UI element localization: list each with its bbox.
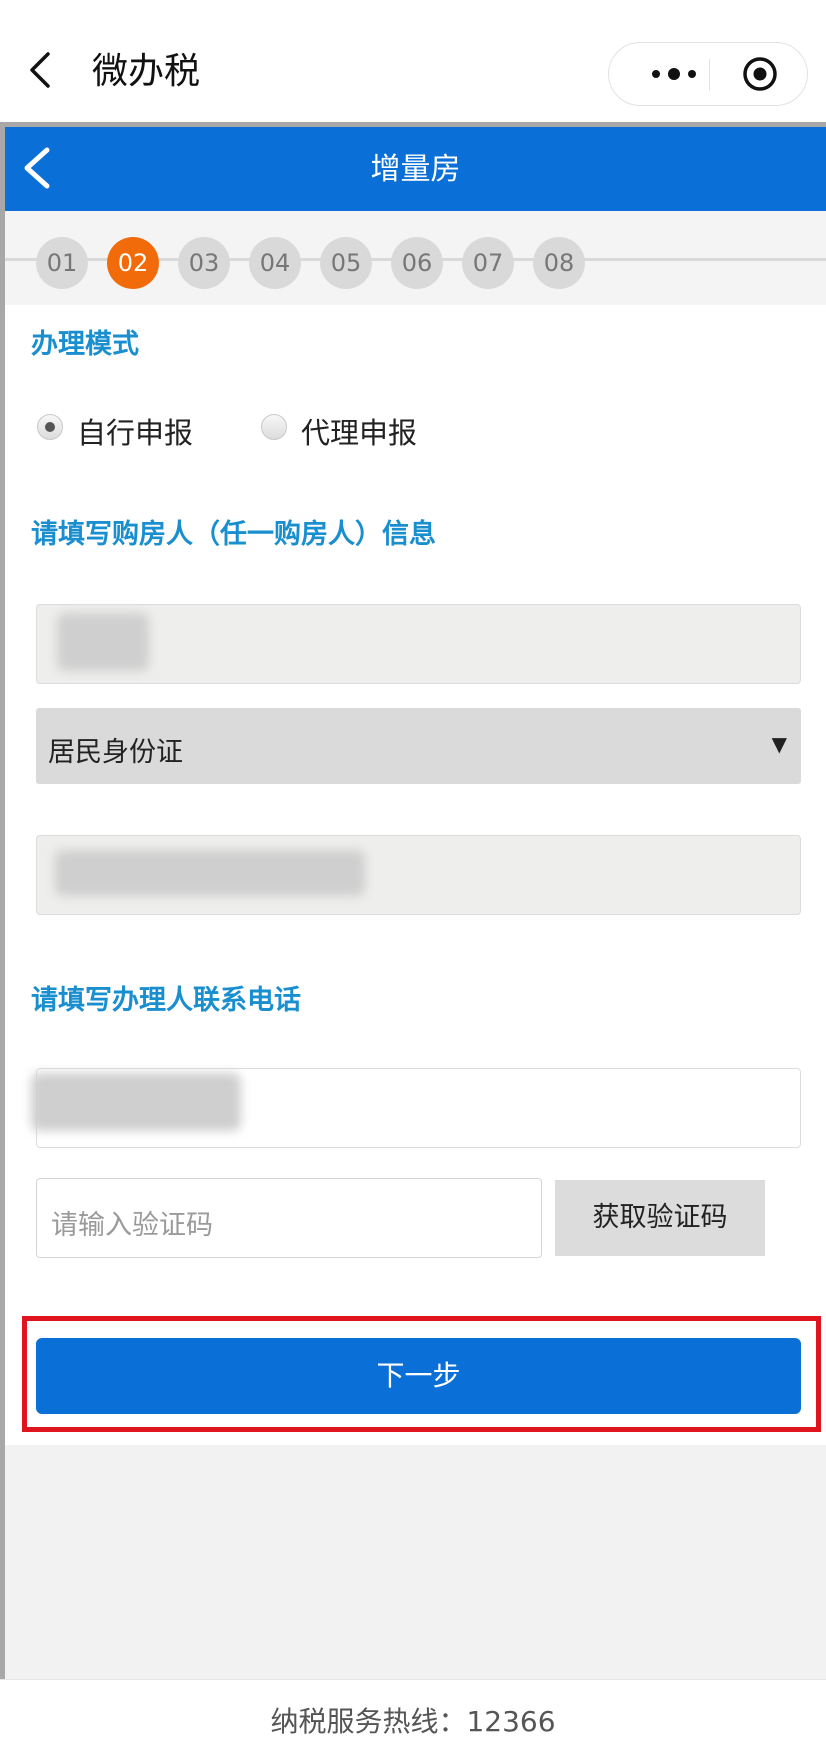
hotline-text: 纳税服务热线：12366: [270, 1705, 556, 1738]
more-dots-icon[interactable]: [639, 43, 709, 105]
phone-field[interactable]: [31, 1068, 801, 1148]
capsule-divider: [709, 59, 710, 91]
step-01: 01: [36, 237, 88, 289]
redacted-value: [57, 613, 149, 671]
menu-capsule: [608, 42, 808, 106]
id-type-select[interactable]: 居民身份证 ▼: [36, 708, 801, 784]
highlight-box: [22, 1316, 821, 1432]
miniprogram-topbar: 微办税: [0, 0, 826, 124]
app-title: 微办税: [92, 51, 201, 92]
step-06: 06: [391, 237, 443, 289]
redacted-value: [55, 850, 365, 896]
redacted-value: [31, 1073, 241, 1131]
id-number-field[interactable]: [36, 835, 801, 915]
page-bottom-area: [5, 1445, 826, 1679]
step-03: 03: [178, 237, 230, 289]
verification-code-input[interactable]: 请输入验证码: [36, 1178, 542, 1258]
radio-unselected-icon[interactable]: [261, 414, 287, 440]
radio-label: 代理申报: [301, 416, 418, 450]
back-arrow-icon[interactable]: [19, 145, 55, 191]
section-title-contact: 请填写办理人联系电话: [31, 985, 301, 1016]
section-title-mode: 办理模式: [31, 329, 139, 360]
chevron-left-icon[interactable]: [26, 50, 54, 90]
get-code-button[interactable]: 获取验证码: [555, 1180, 765, 1256]
code-placeholder: 请输入验证码: [51, 1210, 213, 1241]
step-04: 04: [249, 237, 301, 289]
footer: 纳税服务热线：12366: [0, 1679, 826, 1749]
page-header: 增量房: [5, 127, 826, 211]
step-05: 05: [320, 237, 372, 289]
radio-label: 自行申报: [77, 416, 194, 450]
caret-down-icon: ▼: [771, 732, 787, 756]
radio-selected-icon[interactable]: [37, 414, 63, 440]
step-02-active: 02: [107, 237, 159, 289]
buyer-name-field[interactable]: [36, 604, 801, 684]
page-title: 增量房: [370, 152, 461, 187]
select-value: 居民身份证: [48, 737, 183, 768]
step-07: 07: [462, 237, 514, 289]
target-circle-icon[interactable]: [742, 56, 778, 92]
section-title-buyer: 请填写购房人（任一购房人）信息: [31, 519, 436, 550]
step-08: 08: [533, 237, 585, 289]
